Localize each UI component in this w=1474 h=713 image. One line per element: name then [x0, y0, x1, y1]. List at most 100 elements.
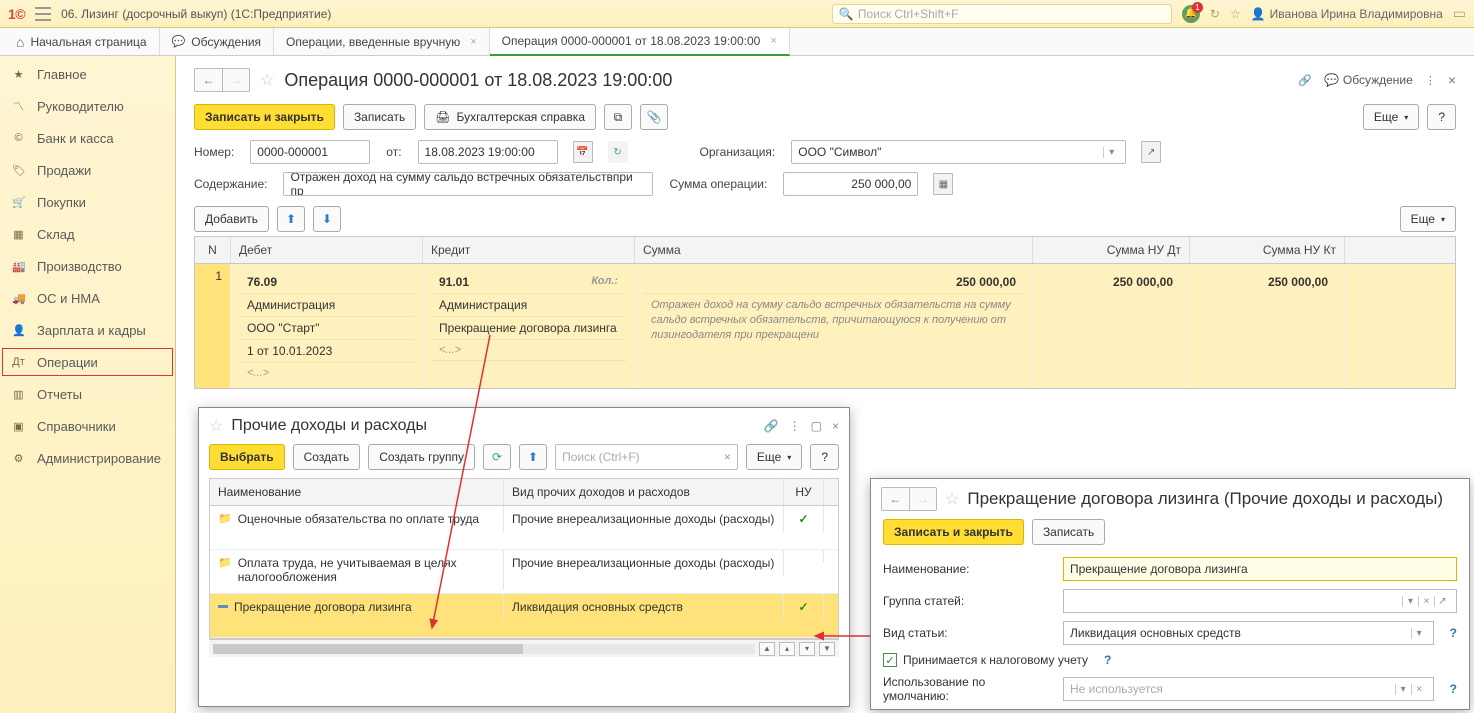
sidebar-item-operations[interactable]: ДтОперации [0, 346, 175, 378]
col-n[interactable]: N [195, 237, 231, 263]
num-input[interactable]: 0000-000001 [250, 140, 370, 164]
tab-operation[interactable]: Операция 0000-000001 от 18.08.2023 19:00… [490, 28, 790, 56]
calc-icon[interactable]: ▦ [933, 173, 953, 195]
close-icon[interactable]: × [770, 35, 776, 47]
col-nud[interactable]: Сумма НУ Дт [1033, 237, 1190, 263]
create-group-button[interactable]: Создать группу [368, 444, 475, 470]
add-row-button[interactable]: Добавить [194, 206, 269, 232]
save-button[interactable]: Записать [1032, 519, 1105, 545]
sidebar-item-purchases[interactable]: 🛒Покупки [0, 186, 175, 218]
scroll-down-icon[interactable]: ▾ [799, 642, 815, 656]
popup-more-button[interactable]: Еще▾ [746, 444, 802, 470]
scroll-home-icon[interactable]: ▲ [759, 642, 775, 656]
move-up-button[interactable]: ⬆ [277, 206, 305, 232]
link-icon[interactable]: 🔗 [1298, 74, 1312, 87]
scroll-end-icon[interactable]: ▼ [819, 642, 835, 656]
favorite-icon[interactable]: ☆ [209, 416, 223, 436]
sidebar-item-manager[interactable]: 〽Руководителю [0, 90, 175, 122]
use-input[interactable]: Не используется▾× [1063, 677, 1434, 701]
forward-button[interactable]: → [909, 487, 937, 511]
refresh-button[interactable]: ⟳ [483, 444, 511, 470]
cell-sum[interactable]: 250 000,00 Отражен доход на сумму сальдо… [635, 264, 1033, 388]
help-icon[interactable]: ? [1104, 653, 1111, 667]
back-button[interactable]: ← [881, 487, 909, 511]
col-credit[interactable]: Кредит [423, 237, 635, 263]
col-nuk[interactable]: Сумма НУ Кт [1190, 237, 1345, 263]
list-item[interactable]: 📁Оценочные обязательства по оплате труда… [210, 506, 838, 550]
sidebar-item-stock[interactable]: ▦Склад [0, 218, 175, 250]
help-icon[interactable]: ? [1450, 626, 1457, 640]
open-icon[interactable]: ↗ [1434, 596, 1450, 607]
table-more-button[interactable]: Еще▾ [1400, 206, 1456, 232]
list-item-selected[interactable]: ▬Прекращение договора лизинга Ликвидация… [210, 594, 838, 638]
favorite-icon[interactable]: ☆ [945, 489, 959, 509]
list-item[interactable]: 📁Оплата труда, не учитываемая в целях на… [210, 550, 838, 594]
favorite-icon[interactable]: ☆ [260, 70, 274, 90]
popup-search[interactable]: Поиск (Ctrl+F) × [555, 444, 738, 470]
group-input[interactable]: ▾×↗ [1063, 589, 1457, 613]
sidebar-item-admin[interactable]: ⚙Администрирование [0, 442, 175, 474]
help-button[interactable]: ? [1427, 104, 1456, 130]
open-org-icon[interactable]: ↗ [1141, 141, 1161, 163]
col-nu[interactable]: НУ [784, 479, 824, 505]
close-icon[interactable]: × [832, 419, 839, 433]
sidebar-item-sales[interactable]: 🏷Продажи [0, 154, 175, 186]
sidebar-item-production[interactable]: 🏭Производство [0, 250, 175, 282]
star-icon[interactable]: ☆ [1230, 7, 1241, 21]
close-icon[interactable]: × [1448, 72, 1456, 88]
col-debit[interactable]: Дебет [231, 237, 423, 263]
col-name[interactable]: Наименование [210, 479, 504, 505]
dropdown-icon[interactable]: ▾ [1402, 596, 1418, 607]
minus-icon[interactable]: ▭ [1453, 5, 1466, 22]
more-button[interactable]: Еще▾ [1363, 104, 1419, 130]
sidebar-item-bank[interactable]: ©Банк и касса [0, 122, 175, 154]
history-icon[interactable]: ↻ [1210, 7, 1220, 21]
org-input[interactable]: ООО "Символ" ▾ [791, 140, 1126, 164]
save-button[interactable]: Записать [343, 104, 416, 130]
menu-icon[interactable] [35, 7, 51, 21]
close-icon[interactable]: × [470, 36, 476, 48]
more-icon[interactable]: ⋮ [1425, 74, 1436, 87]
col-kind[interactable]: Вид прочих доходов и расходов [504, 479, 784, 505]
name-input[interactable]: Прекращение договора лизинга [1063, 557, 1457, 581]
sum-input[interactable]: 250 000,00 [783, 172, 918, 196]
col-sum[interactable]: Сумма [635, 237, 1033, 263]
discuss-link[interactable]: 💬Обсуждение [1324, 73, 1413, 87]
cell-credit[interactable]: 91.01Кол.: Администрация Прекращение дог… [423, 264, 635, 388]
cell-nuk[interactable]: 250 000,00 [1190, 264, 1345, 388]
tab-manual-ops[interactable]: Операции, введенные вручную× [274, 28, 490, 55]
sidebar-item-os[interactable]: 🚚ОС и НМА [0, 282, 175, 314]
help-icon[interactable]: ? [1450, 682, 1457, 696]
create-button[interactable]: Создать [293, 444, 361, 470]
print-button[interactable]: 🖨Бухгалтерская справка [424, 104, 596, 130]
clear-icon[interactable]: × [724, 450, 731, 464]
copy-icon-button[interactable]: ⧉ [604, 104, 632, 130]
user-menu[interactable]: 👤 Иванова Ирина Владимировна [1251, 7, 1443, 21]
dropdown-icon[interactable]: ▾ [1395, 684, 1411, 695]
save-close-button[interactable]: Записать и закрыть [194, 104, 335, 130]
bell-icon[interactable]: 🔔 1 [1182, 5, 1200, 23]
clear-icon[interactable]: × [1411, 684, 1427, 695]
date-input[interactable]: 18.08.2023 19:00:00 [418, 140, 558, 164]
global-search[interactable]: 🔍 Поиск Ctrl+Shift+F [832, 4, 1172, 24]
save-close-button[interactable]: Записать и закрыть [883, 519, 1024, 545]
sidebar-item-main[interactable]: ★Главное [0, 58, 175, 90]
dropdown-icon[interactable]: ▾ [1411, 628, 1427, 639]
tab-home[interactable]: Начальная страница [4, 28, 160, 55]
kind-input[interactable]: Ликвидация основных средств▾ [1063, 621, 1434, 645]
upload-button[interactable]: ⬆ [519, 444, 547, 470]
clear-icon[interactable]: × [1418, 596, 1434, 607]
cell-nud[interactable]: 250 000,00 [1033, 264, 1190, 388]
tax-checkbox[interactable]: ✓ Принимается к налоговому учету [883, 653, 1088, 667]
dropdown-icon[interactable]: ▾ [1103, 147, 1119, 158]
maximize-icon[interactable]: ▢ [811, 419, 822, 433]
select-button[interactable]: Выбрать [209, 444, 285, 470]
sidebar-item-refs[interactable]: ▣Справочники [0, 410, 175, 442]
desc-input[interactable]: Отражен доход на сумму сальдо встречных … [283, 172, 653, 196]
move-down-button[interactable]: ⬇ [313, 206, 341, 232]
sidebar-item-salary[interactable]: 👤Зарплата и кадры [0, 314, 175, 346]
link-icon[interactable]: 🔗 [764, 419, 779, 433]
tab-discussions[interactable]: Обсуждения [160, 28, 274, 55]
scroll-up-icon[interactable]: ▴ [779, 642, 795, 656]
popup-help-button[interactable]: ? [810, 444, 839, 470]
